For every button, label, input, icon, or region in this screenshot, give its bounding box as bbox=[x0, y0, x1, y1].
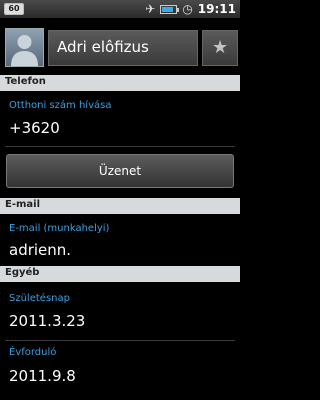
birthday-label: Születésnap bbox=[9, 293, 70, 304]
section-title-other: Egyéb bbox=[5, 267, 40, 278]
section-header-phone: Telefon bbox=[0, 75, 240, 91]
alarm-icon: ◷ bbox=[182, 2, 193, 16]
divider bbox=[5, 340, 235, 341]
clock: 19:11 bbox=[197, 2, 236, 16]
status-icons: ✈ ◷ 19:11 bbox=[145, 1, 236, 17]
notification-count: 60 bbox=[8, 4, 20, 13]
section-title-email: E-mail bbox=[5, 199, 41, 210]
phone-label: Otthoni szám hívása bbox=[9, 100, 112, 111]
status-bar: 60 ✈ ◷ 19:11 bbox=[0, 0, 240, 18]
avatar-icon[interactable] bbox=[5, 28, 44, 67]
contact-header: Adri elôfizus ★ bbox=[0, 18, 240, 75]
email-label: E-mail (munkahelyi) bbox=[9, 223, 110, 234]
contact-name: Adri elôfizus bbox=[57, 38, 149, 56]
notification-icon[interactable]: 60 bbox=[4, 3, 24, 15]
anniversary-value: 2011.9.8 bbox=[9, 367, 76, 385]
section-title-phone: Telefon bbox=[5, 76, 46, 87]
section-header-email: E-mail bbox=[0, 198, 240, 214]
section-header-other: Egyéb bbox=[0, 266, 240, 282]
airplane-icon: ✈ bbox=[145, 2, 156, 16]
email-value: adrienn. bbox=[9, 241, 72, 259]
message-button[interactable]: Üzenet bbox=[6, 154, 234, 188]
favorite-button[interactable]: ★ bbox=[202, 30, 238, 66]
battery-icon bbox=[160, 4, 180, 14]
birthday-value: 2011.3.23 bbox=[9, 312, 86, 330]
phone-value: +3620 bbox=[9, 119, 60, 137]
anniversary-label: Évforduló bbox=[9, 347, 57, 358]
message-button-label: Üzenet bbox=[98, 164, 142, 178]
star-icon: ★ bbox=[212, 37, 229, 58]
contact-name-box: Adri elôfizus bbox=[48, 30, 198, 66]
divider bbox=[5, 146, 235, 147]
